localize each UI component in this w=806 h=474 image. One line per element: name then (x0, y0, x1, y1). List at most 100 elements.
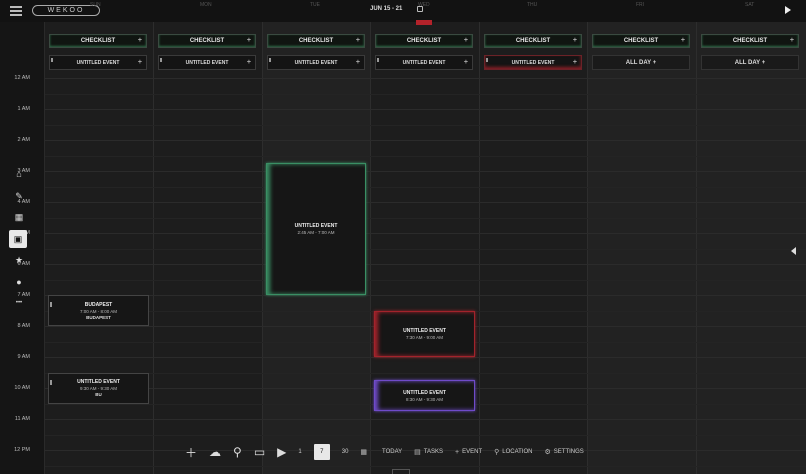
all-day-slot-4[interactable]: UNTITLED EVENT + (484, 55, 582, 70)
calendar-event[interactable]: UNTITLED EVENT 8:30 AM - 9:30 AM (374, 380, 475, 412)
tasks-button[interactable]: ▤ TASKS (414, 448, 443, 456)
note-icon[interactable]: ✎ (13, 190, 25, 202)
calendar-event[interactable]: UNTITLED EVENT 9:30 AM - 9:30 AM BU (48, 372, 149, 404)
next-week-icon[interactable] (785, 6, 791, 14)
checklist-label: CHECKLIST (189, 38, 225, 44)
all-day-add-icon[interactable]: + (464, 59, 468, 66)
checklist-button-1[interactable]: CHECKLIST + (158, 34, 256, 48)
bottom-handle[interactable] (392, 469, 410, 474)
all-day-label: UNTITLED EVENT (402, 59, 446, 66)
time-gutter (0, 22, 45, 474)
cloud-icon[interactable]: ☁ (209, 445, 221, 459)
day-header-thu: THU (527, 2, 538, 8)
event-time: 2:45 AM - 7:00 AM (297, 230, 335, 236)
view-1-day[interactable]: 1 (298, 449, 301, 455)
checklist-button-2[interactable]: CHECKLIST + (267, 34, 365, 48)
all-day-add-icon[interactable]: + (573, 59, 577, 66)
half-hour-line (44, 434, 806, 436)
event-marker (377, 58, 379, 62)
today-button[interactable]: TODAY (382, 449, 402, 455)
collapse-panel-icon[interactable] (791, 247, 796, 255)
event-button[interactable]: + EVENT (455, 449, 482, 456)
play-icon[interactable]: ▶ (277, 445, 286, 459)
checklist-add-icon[interactable]: + (681, 37, 685, 44)
checklist-button-3[interactable]: CHECKLIST + (375, 34, 473, 48)
hour-line (44, 171, 806, 172)
menu-icon[interactable] (10, 6, 22, 16)
event-marker (50, 379, 52, 385)
checklist-add-icon[interactable]: + (356, 37, 360, 44)
all-day-label: ALL DAY + (625, 59, 657, 66)
chat-icon[interactable]: ▭ (254, 445, 265, 459)
all-day-slot-5[interactable]: ALL DAY + (592, 55, 690, 70)
top-bar: WEKOO SUN MON TUE WED THU FRI SAT JUN 15… (0, 0, 806, 22)
half-hour-line (44, 155, 806, 157)
checklist-button-4[interactable]: CHECKLIST + (484, 34, 582, 48)
checklist-add-icon[interactable]: + (247, 37, 251, 44)
day-header-tue: TUE (310, 2, 320, 8)
calendar-event[interactable]: UNTITLED EVENT 7:30 AM - 9:00 AM (374, 310, 475, 357)
grid-view-icon[interactable]: ▦ (360, 448, 370, 456)
half-hour-line (44, 217, 806, 219)
checklist-add-icon[interactable]: + (138, 37, 142, 44)
all-day-slot-2[interactable]: UNTITLED EVENT + (267, 55, 365, 70)
checklist-add-icon[interactable]: + (790, 37, 794, 44)
time-label: 2 AM (17, 137, 30, 143)
home-icon[interactable]: ⌂ (13, 168, 25, 180)
calendar-icon[interactable]: ▣ (9, 230, 27, 248)
person-icon[interactable]: ● (13, 276, 25, 288)
all-day-label: UNTITLED EVENT (511, 59, 555, 66)
tasks-icon: ▤ (414, 449, 421, 456)
all-day-slot-3[interactable]: UNTITLED EVENT + (375, 55, 473, 70)
time-label: 1 AM (17, 106, 30, 112)
event-title: UNTITLED EVENT (294, 223, 338, 230)
all-day-add-icon[interactable]: + (138, 59, 142, 66)
all-day-slot-0[interactable]: UNTITLED EVENT + (49, 55, 147, 70)
all-day-add-icon[interactable]: + (356, 59, 360, 66)
event-location: BU (95, 392, 102, 397)
event-location: BUDAPEST (86, 314, 111, 320)
view-30-day[interactable]: 30 (342, 449, 349, 455)
calendar-event[interactable]: UNTITLED EVENT 2:45 AM - 7:00 AM (266, 163, 366, 295)
checklist-add-icon[interactable]: + (573, 37, 577, 44)
view-7-day[interactable]: 7 (313, 444, 330, 460)
all-day-slot-6[interactable]: ALL DAY + (701, 55, 799, 70)
hour-line (44, 109, 806, 110)
event-time: 8:30 AM - 9:30 AM (405, 396, 444, 402)
checklist-button-5[interactable]: CHECKLIST + (592, 34, 690, 48)
more-icon[interactable]: ••• (13, 297, 25, 309)
calendar-picker-icon[interactable] (417, 6, 423, 12)
checklist-button-0[interactable]: CHECKLIST + (49, 34, 147, 48)
all-day-label: UNTITLED EVENT (294, 59, 338, 66)
day-header-sat: SAT (745, 2, 755, 8)
date-range[interactable]: JUN 15 - 21 (370, 6, 402, 12)
day-header-fri: FRI (636, 2, 645, 8)
hour-line (44, 202, 806, 203)
location-button[interactable]: ⚲ LOCATION (494, 448, 532, 456)
checklist-add-icon[interactable]: + (464, 37, 468, 44)
plus-icon: + (455, 448, 460, 456)
half-hour-line (44, 372, 806, 374)
star-icon[interactable]: ★ (13, 254, 25, 266)
calendar-event[interactable]: BUDAPEST 7:00 AM - 8:00 AM BUDAPEST (48, 295, 149, 326)
all-day-slot-1[interactable]: UNTITLED EVENT + (158, 55, 256, 70)
settings-button[interactable]: ⚙ SETTINGS (545, 448, 584, 456)
half-hour-line (44, 124, 806, 126)
bottom-toolbar: ＋ ☁ ⚲ ▭ ▶ 1 7 30 ▦ TODAY ▤ TASKS + EVENT ⚲… (185, 440, 596, 464)
checklist-label: CHECKLIST (298, 38, 334, 44)
add-icon[interactable]: ＋ (185, 444, 197, 461)
time-label: 12 PM (14, 447, 30, 453)
event-time: 7:00 AM - 8:00 AM (79, 308, 118, 314)
checklist-button-6[interactable]: CHECKLIST + (701, 34, 799, 48)
all-day-label: UNTITLED EVENT (76, 59, 120, 66)
hour-line (44, 419, 806, 420)
half-hour-line (44, 186, 806, 188)
all-day-add-icon[interactable]: + (247, 59, 251, 66)
half-hour-line (44, 465, 806, 467)
search-icon[interactable]: ⚲ (233, 445, 242, 459)
event-marker (51, 58, 53, 62)
grid-icon[interactable]: ▦ (13, 211, 25, 223)
time-label: 8 AM (17, 323, 30, 329)
day-header-sun: SUN (90, 2, 101, 8)
hour-line (44, 78, 806, 79)
